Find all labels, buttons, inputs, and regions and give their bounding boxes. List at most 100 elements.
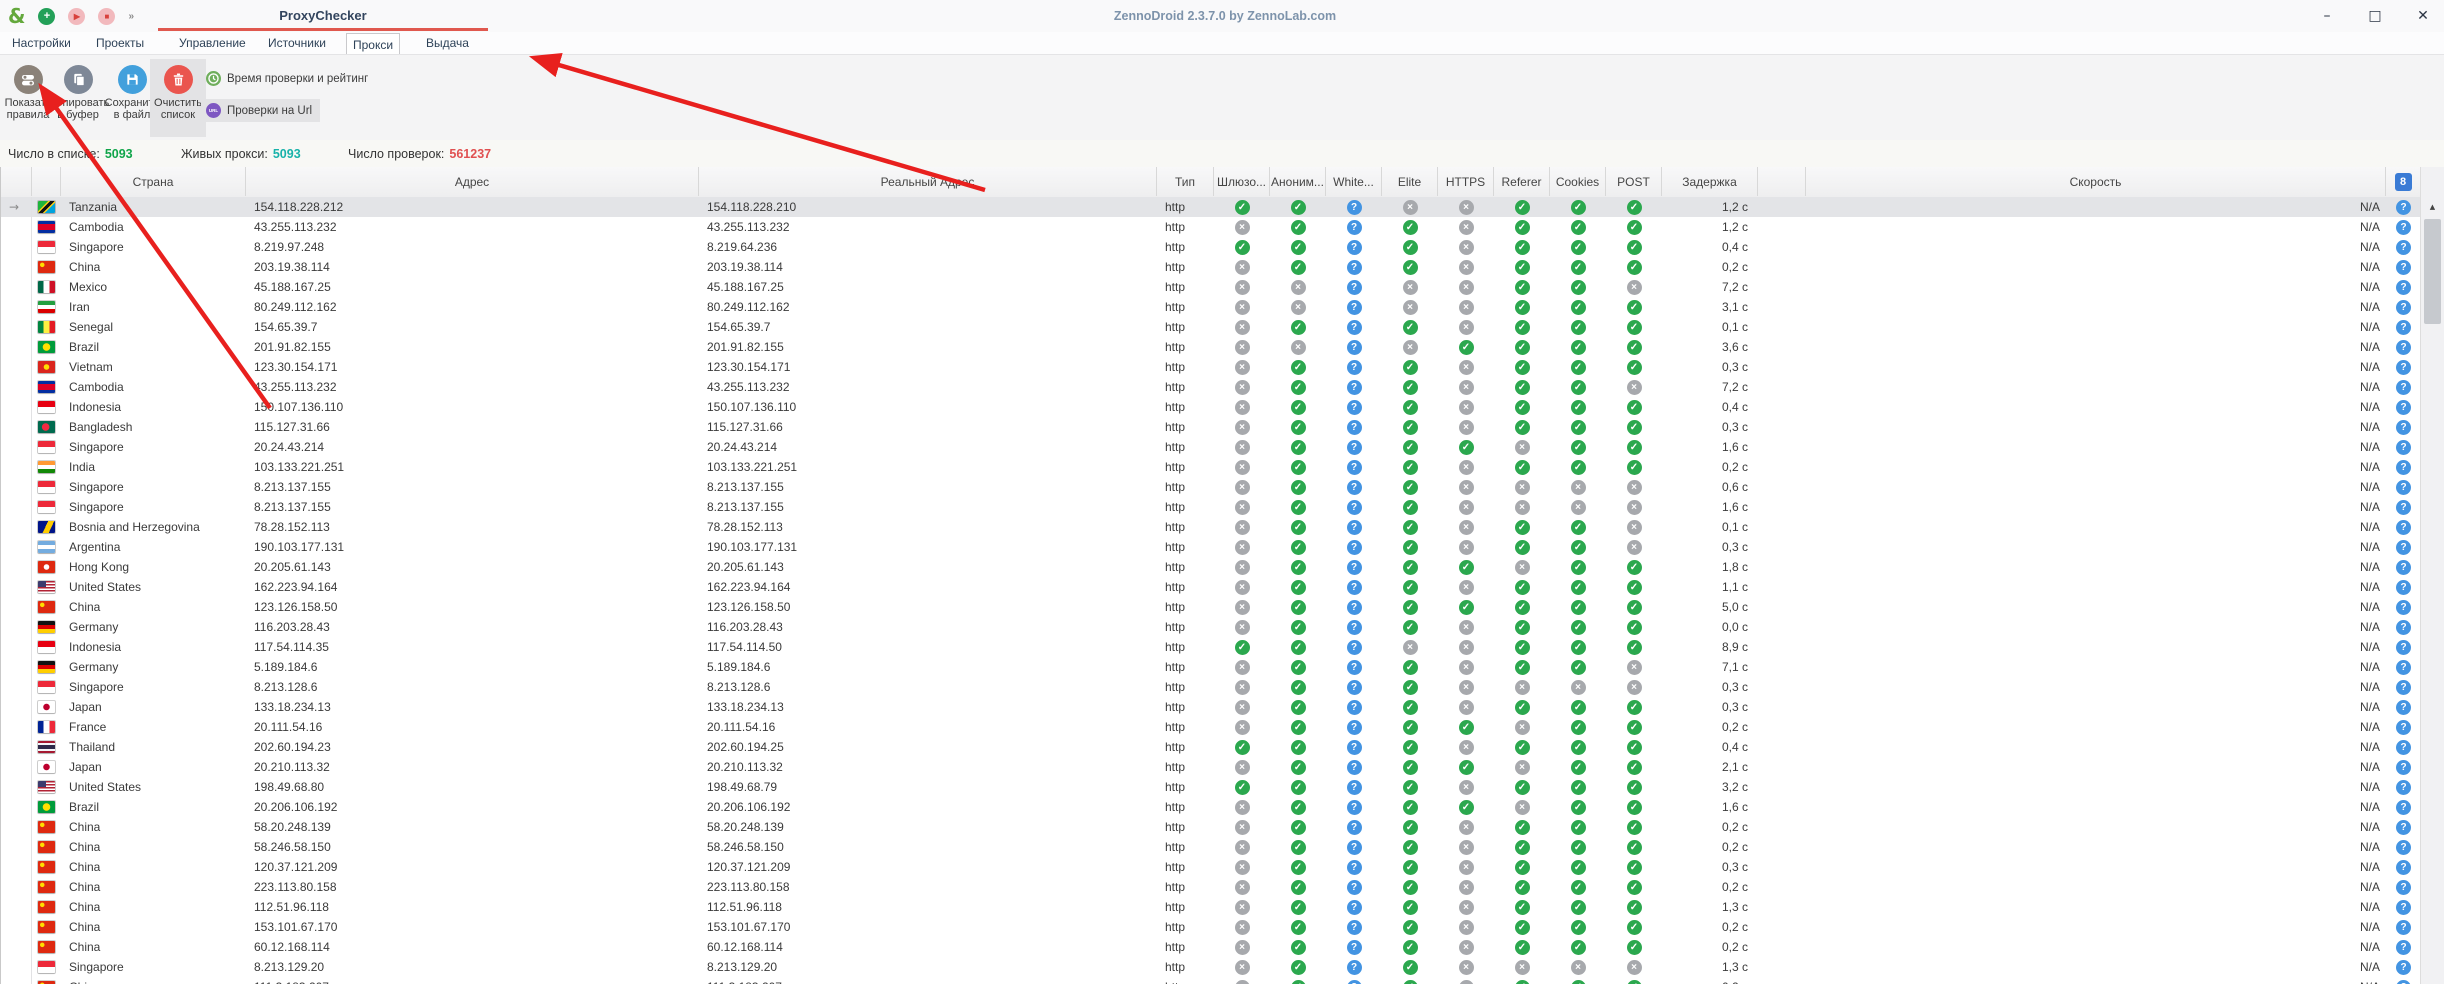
table-row[interactable]: Indonesia117.54.114.35117.54.114.50http✓… bbox=[1, 637, 2421, 657]
vertical-scrollbar[interactable]: ▲ bbox=[2420, 167, 2444, 984]
column-header-speed[interactable]: Скорость bbox=[1806, 167, 2386, 196]
table-row[interactable]: Japan20.210.113.3220.210.113.32http×✓?✓✓… bbox=[1, 757, 2421, 777]
column-header-country[interactable]: Страна bbox=[61, 167, 246, 196]
table-row[interactable]: India103.133.221.251103.133.221.251http×… bbox=[1, 457, 2421, 477]
play-button[interactable]: ▶ bbox=[68, 8, 85, 25]
column-header-flag[interactable] bbox=[32, 167, 61, 196]
column-header-s0[interactable]: Шлюзо... bbox=[1214, 167, 1270, 196]
speed-help-icon[interactable]: ? bbox=[2396, 260, 2411, 275]
speed-help-icon[interactable]: ? bbox=[2396, 760, 2411, 775]
speed-help-icon[interactable]: ? bbox=[2396, 960, 2411, 975]
table-row[interactable]: China111.3.183.207111.3.183.207http×✓?✓×… bbox=[1, 977, 2421, 984]
clear-list-button[interactable]: Очистить список bbox=[150, 59, 206, 137]
speed-help-icon[interactable]: ? bbox=[2396, 860, 2411, 875]
table-row[interactable]: Singapore20.24.43.21420.24.43.214http×✓?… bbox=[1, 437, 2421, 457]
table-row[interactable]: China120.37.121.209120.37.121.209http×✓?… bbox=[1, 857, 2421, 877]
menu-item-management[interactable]: Управление bbox=[173, 32, 252, 54]
table-row[interactable]: Singapore8.213.137.1558.213.137.155http×… bbox=[1, 497, 2421, 517]
table-row[interactable]: Cambodia43.255.113.23243.255.113.232http… bbox=[1, 377, 2421, 397]
column-header-s2[interactable]: White... bbox=[1326, 167, 1382, 196]
show-rules-button[interactable]: Показать правила bbox=[0, 59, 56, 121]
speed-help-icon[interactable]: ? bbox=[2396, 900, 2411, 915]
column-header-s7[interactable]: POST bbox=[1606, 167, 1662, 196]
menu-item-output[interactable]: Выдача bbox=[420, 32, 475, 54]
speed-help-icon[interactable]: ? bbox=[2396, 700, 2411, 715]
column-header-ind[interactable] bbox=[1, 167, 32, 196]
speed-help-icon[interactable]: ? bbox=[2396, 360, 2411, 375]
table-row[interactable]: China58.20.248.13958.20.248.139http×✓?✓×… bbox=[1, 817, 2421, 837]
speed-help-icon[interactable]: ? bbox=[2396, 720, 2411, 735]
menu-item-projects[interactable]: Проекты bbox=[90, 32, 150, 54]
table-row[interactable]: Cambodia43.255.113.23243.255.113.232http… bbox=[1, 217, 2421, 237]
table-row[interactable]: Iran80.249.112.16280.249.112.162http××?×… bbox=[1, 297, 2421, 317]
close-button[interactable]: ✕ bbox=[2414, 8, 2432, 24]
column-header-s3[interactable]: Elite bbox=[1382, 167, 1438, 196]
table-row[interactable]: Germany5.189.184.65.189.184.6http×✓?✓×✓✓… bbox=[1, 657, 2421, 677]
tab-proxychecker[interactable]: ProxyChecker bbox=[158, 0, 488, 31]
speed-help-icon[interactable]: ? bbox=[2396, 380, 2411, 395]
speed-help-icon[interactable]: ? bbox=[2396, 580, 2411, 595]
speed-help-icon[interactable]: ? bbox=[2396, 840, 2411, 855]
column-header-s4[interactable]: HTTPS bbox=[1438, 167, 1494, 196]
speed-help-icon[interactable]: ? bbox=[2396, 680, 2411, 695]
column-header-ip[interactable]: Адрес bbox=[246, 167, 699, 196]
table-row[interactable]: Brazil20.206.106.19220.206.106.192http×✓… bbox=[1, 797, 2421, 817]
stop-button[interactable]: ■ bbox=[98, 8, 115, 25]
speed-help-icon[interactable]: ? bbox=[2396, 520, 2411, 535]
maximize-button[interactable]: □ bbox=[2366, 8, 2384, 24]
table-row[interactable]: Singapore8.219.97.2488.219.64.236http✓✓?… bbox=[1, 237, 2421, 257]
table-row[interactable]: China60.12.168.11460.12.168.114http×✓?✓×… bbox=[1, 937, 2421, 957]
column-header-s1[interactable]: Аноним... bbox=[1270, 167, 1326, 196]
table-row[interactable]: China223.113.80.158223.113.80.158http×✓?… bbox=[1, 877, 2421, 897]
speed-help-icon[interactable]: ? bbox=[2396, 200, 2411, 215]
table-row[interactable]: China203.19.38.114203.19.38.114http×✓?✓×… bbox=[1, 257, 2421, 277]
table-row[interactable]: Senegal154.65.39.7154.65.39.7http×✓?✓×✓✓… bbox=[1, 317, 2421, 337]
speed-help-icon[interactable]: ? bbox=[2396, 940, 2411, 955]
table-row[interactable]: Singapore8.213.128.68.213.128.6http×✓?✓×… bbox=[1, 677, 2421, 697]
column-header-g[interactable]: 8 bbox=[2386, 167, 2421, 196]
table-row[interactable]: China58.246.58.15058.246.58.150http×✓?✓×… bbox=[1, 837, 2421, 857]
table-row[interactable]: Brazil201.91.82.155201.91.82.155http××?×… bbox=[1, 337, 2421, 357]
speed-help-icon[interactable]: ? bbox=[2396, 460, 2411, 475]
scroll-up-icon[interactable]: ▲ bbox=[2421, 197, 2444, 217]
table-row[interactable]: Japan133.18.234.13133.18.234.13http×✓?✓×… bbox=[1, 697, 2421, 717]
copy-to-clipboard-button[interactable]: Копировать в буфер bbox=[50, 59, 106, 121]
check-time-rating-button[interactable]: Время проверки и рейтинг bbox=[206, 71, 368, 86]
check-on-url-button[interactable]: URL Проверки на Url bbox=[201, 99, 320, 122]
column-header-gap[interactable] bbox=[1758, 167, 1806, 196]
speed-help-icon[interactable]: ? bbox=[2396, 740, 2411, 755]
speed-help-icon[interactable]: ? bbox=[2396, 280, 2411, 295]
speed-help-icon[interactable]: ? bbox=[2396, 420, 2411, 435]
speed-help-icon[interactable]: ? bbox=[2396, 920, 2411, 935]
table-row[interactable]: Bangladesh115.127.31.66115.127.31.66http… bbox=[1, 417, 2421, 437]
table-row[interactable]: China123.126.158.50123.126.158.50http×✓?… bbox=[1, 597, 2421, 617]
scrollbar-thumb[interactable] bbox=[2424, 219, 2441, 324]
menu-item-sources[interactable]: Источники bbox=[262, 32, 332, 54]
table-row[interactable]: France20.111.54.1620.111.54.16http×✓?✓✓×… bbox=[1, 717, 2421, 737]
speed-help-icon[interactable]: ? bbox=[2396, 800, 2411, 815]
menu-item-settings[interactable]: Настройки bbox=[6, 32, 77, 54]
speed-help-icon[interactable]: ? bbox=[2396, 880, 2411, 895]
speed-help-icon[interactable]: ? bbox=[2396, 340, 2411, 355]
table-row[interactable]: China153.101.67.170153.101.67.170http×✓?… bbox=[1, 917, 2421, 937]
more-tabs-icon[interactable]: » bbox=[128, 11, 133, 22]
table-row[interactable]: Vietnam123.30.154.171123.30.154.171http×… bbox=[1, 357, 2421, 377]
table-row[interactable]: Indonesia150.107.136.110150.107.136.110h… bbox=[1, 397, 2421, 417]
speed-help-icon[interactable]: ? bbox=[2396, 640, 2411, 655]
add-button[interactable]: + bbox=[38, 8, 55, 25]
speed-help-icon[interactable]: ? bbox=[2396, 300, 2411, 315]
table-row[interactable]: United States198.49.68.80198.49.68.79htt… bbox=[1, 777, 2421, 797]
column-header-type[interactable]: Тип bbox=[1157, 167, 1214, 196]
table-row[interactable]: Singapore8.213.129.208.213.129.20http×✓?… bbox=[1, 957, 2421, 977]
table-row[interactable]: Argentina190.103.177.131190.103.177.131h… bbox=[1, 537, 2421, 557]
speed-help-icon[interactable]: ? bbox=[2396, 820, 2411, 835]
table-row[interactable]: →Tanzania154.118.228.212154.118.228.210h… bbox=[1, 197, 2421, 217]
speed-help-icon[interactable]: ? bbox=[2396, 660, 2411, 675]
speed-help-icon[interactable]: ? bbox=[2396, 560, 2411, 575]
table-row[interactable]: Bosnia and Herzegovina78.28.152.11378.28… bbox=[1, 517, 2421, 537]
table-row[interactable]: Singapore8.213.137.1558.213.137.155http×… bbox=[1, 477, 2421, 497]
column-header-s5[interactable]: Referer bbox=[1494, 167, 1550, 196]
speed-help-icon[interactable]: ? bbox=[2396, 780, 2411, 795]
table-row[interactable]: Mexico45.188.167.2545.188.167.25http××?×… bbox=[1, 277, 2421, 297]
column-header-real[interactable]: Реальный Адрес bbox=[699, 167, 1157, 196]
